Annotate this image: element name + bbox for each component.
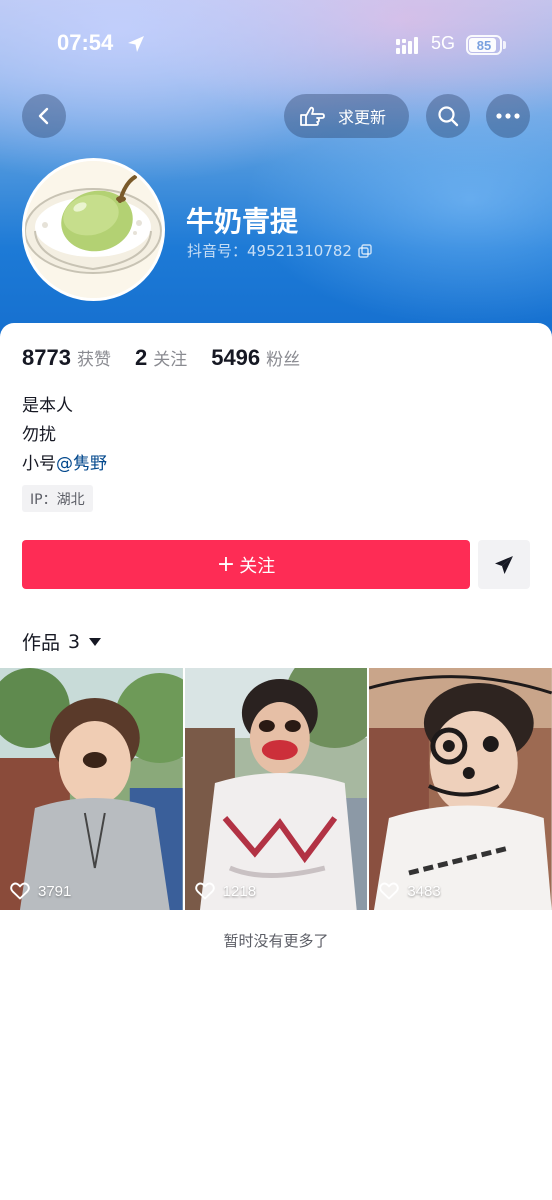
video-cover-1 [0, 668, 183, 910]
more-button[interactable] [486, 94, 530, 138]
search-button[interactable] [426, 94, 470, 138]
stat-following-value: 2 [134, 345, 148, 370]
avatar[interactable] [22, 158, 165, 301]
copy-icon[interactable] [358, 243, 372, 258]
heart-icon [194, 882, 215, 900]
profile-stats: 8773 获赞 2 关注 5496 粉丝 [22, 345, 324, 371]
douyin-id[interactable]: 抖音号：49521310782 [187, 240, 372, 261]
send-icon [495, 555, 513, 574]
works-count: 3 [68, 630, 81, 653]
video-likes-3: 3483 [379, 882, 441, 900]
back-button[interactable] [22, 94, 66, 138]
status-time: 07:54 [57, 30, 114, 55]
stat-followers[interactable]: 5496 粉丝 [211, 345, 300, 371]
stat-likes[interactable]: 8773 获赞 [22, 345, 111, 371]
heart-icon [379, 882, 400, 900]
stat-likes-label: 获赞 [76, 350, 111, 370]
bio-line-2: 勿扰 [22, 425, 56, 445]
video-cover-2 [184, 668, 368, 910]
battery-cap [503, 41, 506, 49]
network-type: 5G [431, 33, 456, 53]
location-arrow-icon [128, 36, 144, 52]
search-icon [438, 106, 459, 127]
request-update-button[interactable]: 求更新 [284, 94, 409, 138]
profile-nickname: 牛奶青提 [186, 205, 299, 238]
works-tab-label: 作品 [22, 632, 61, 654]
video-likes-count-3: 3483 [407, 882, 441, 900]
douyin-id-text: 抖音号：49521310782 [187, 242, 352, 260]
stat-followers-label: 粉丝 [266, 350, 301, 370]
stat-likes-value: 8773 [22, 345, 71, 370]
profile-bio: 是本人 勿扰 小号@隽野 [22, 392, 107, 479]
follow-label: 关注 [239, 555, 276, 577]
stat-following-label: 关注 [153, 350, 188, 370]
video-thumbnail-1[interactable]: 3791 [0, 668, 183, 910]
video-likes-count-1: 3791 [38, 882, 72, 900]
bio-line-3-prefix: 小号 [22, 454, 56, 474]
video-cover-3 [369, 668, 552, 910]
video-likes-2: 1218 [194, 882, 257, 900]
ip-location-tag: IP：湖北 [22, 485, 93, 512]
request-update-label: 求更新 [338, 108, 387, 127]
stat-following[interactable]: 2 关注 [135, 345, 187, 371]
bio-mention-link[interactable]: @隽野 [56, 454, 107, 474]
heart-icon [10, 882, 30, 900]
hand-pointer-icon [300, 106, 325, 126]
video-likes-1: 3791 [10, 882, 71, 900]
follow-button[interactable]: + 关注 [22, 540, 470, 589]
bio-line-3: 小号@隽野 [22, 450, 107, 479]
works-grid: 3791 1218 3483 [0, 668, 552, 910]
more-icon [496, 113, 520, 119]
caret-down-icon [89, 637, 102, 646]
video-thumbnail-3[interactable]: 3483 [369, 668, 552, 910]
tab-works[interactable]: 作品 3 [22, 628, 102, 655]
video-likes-count-2: 1218 [222, 882, 257, 900]
battery-icon: 85 [466, 35, 502, 55]
bio-line-1: 是本人 [22, 396, 73, 416]
status-bar: 07:54 5G 85 [0, 0, 552, 90]
stat-followers-value: 5496 [211, 345, 261, 370]
grape-milk-illustration [25, 161, 162, 298]
back-icon [38, 107, 49, 125]
send-message-button[interactable] [478, 540, 530, 589]
battery-level: 85 [476, 37, 492, 53]
plus-icon: + [216, 551, 236, 577]
signal-icon [396, 37, 418, 54]
video-thumbnail-2[interactable]: 1218 [184, 668, 368, 910]
end-of-list-text: 暂时没有更多了 [223, 932, 329, 950]
